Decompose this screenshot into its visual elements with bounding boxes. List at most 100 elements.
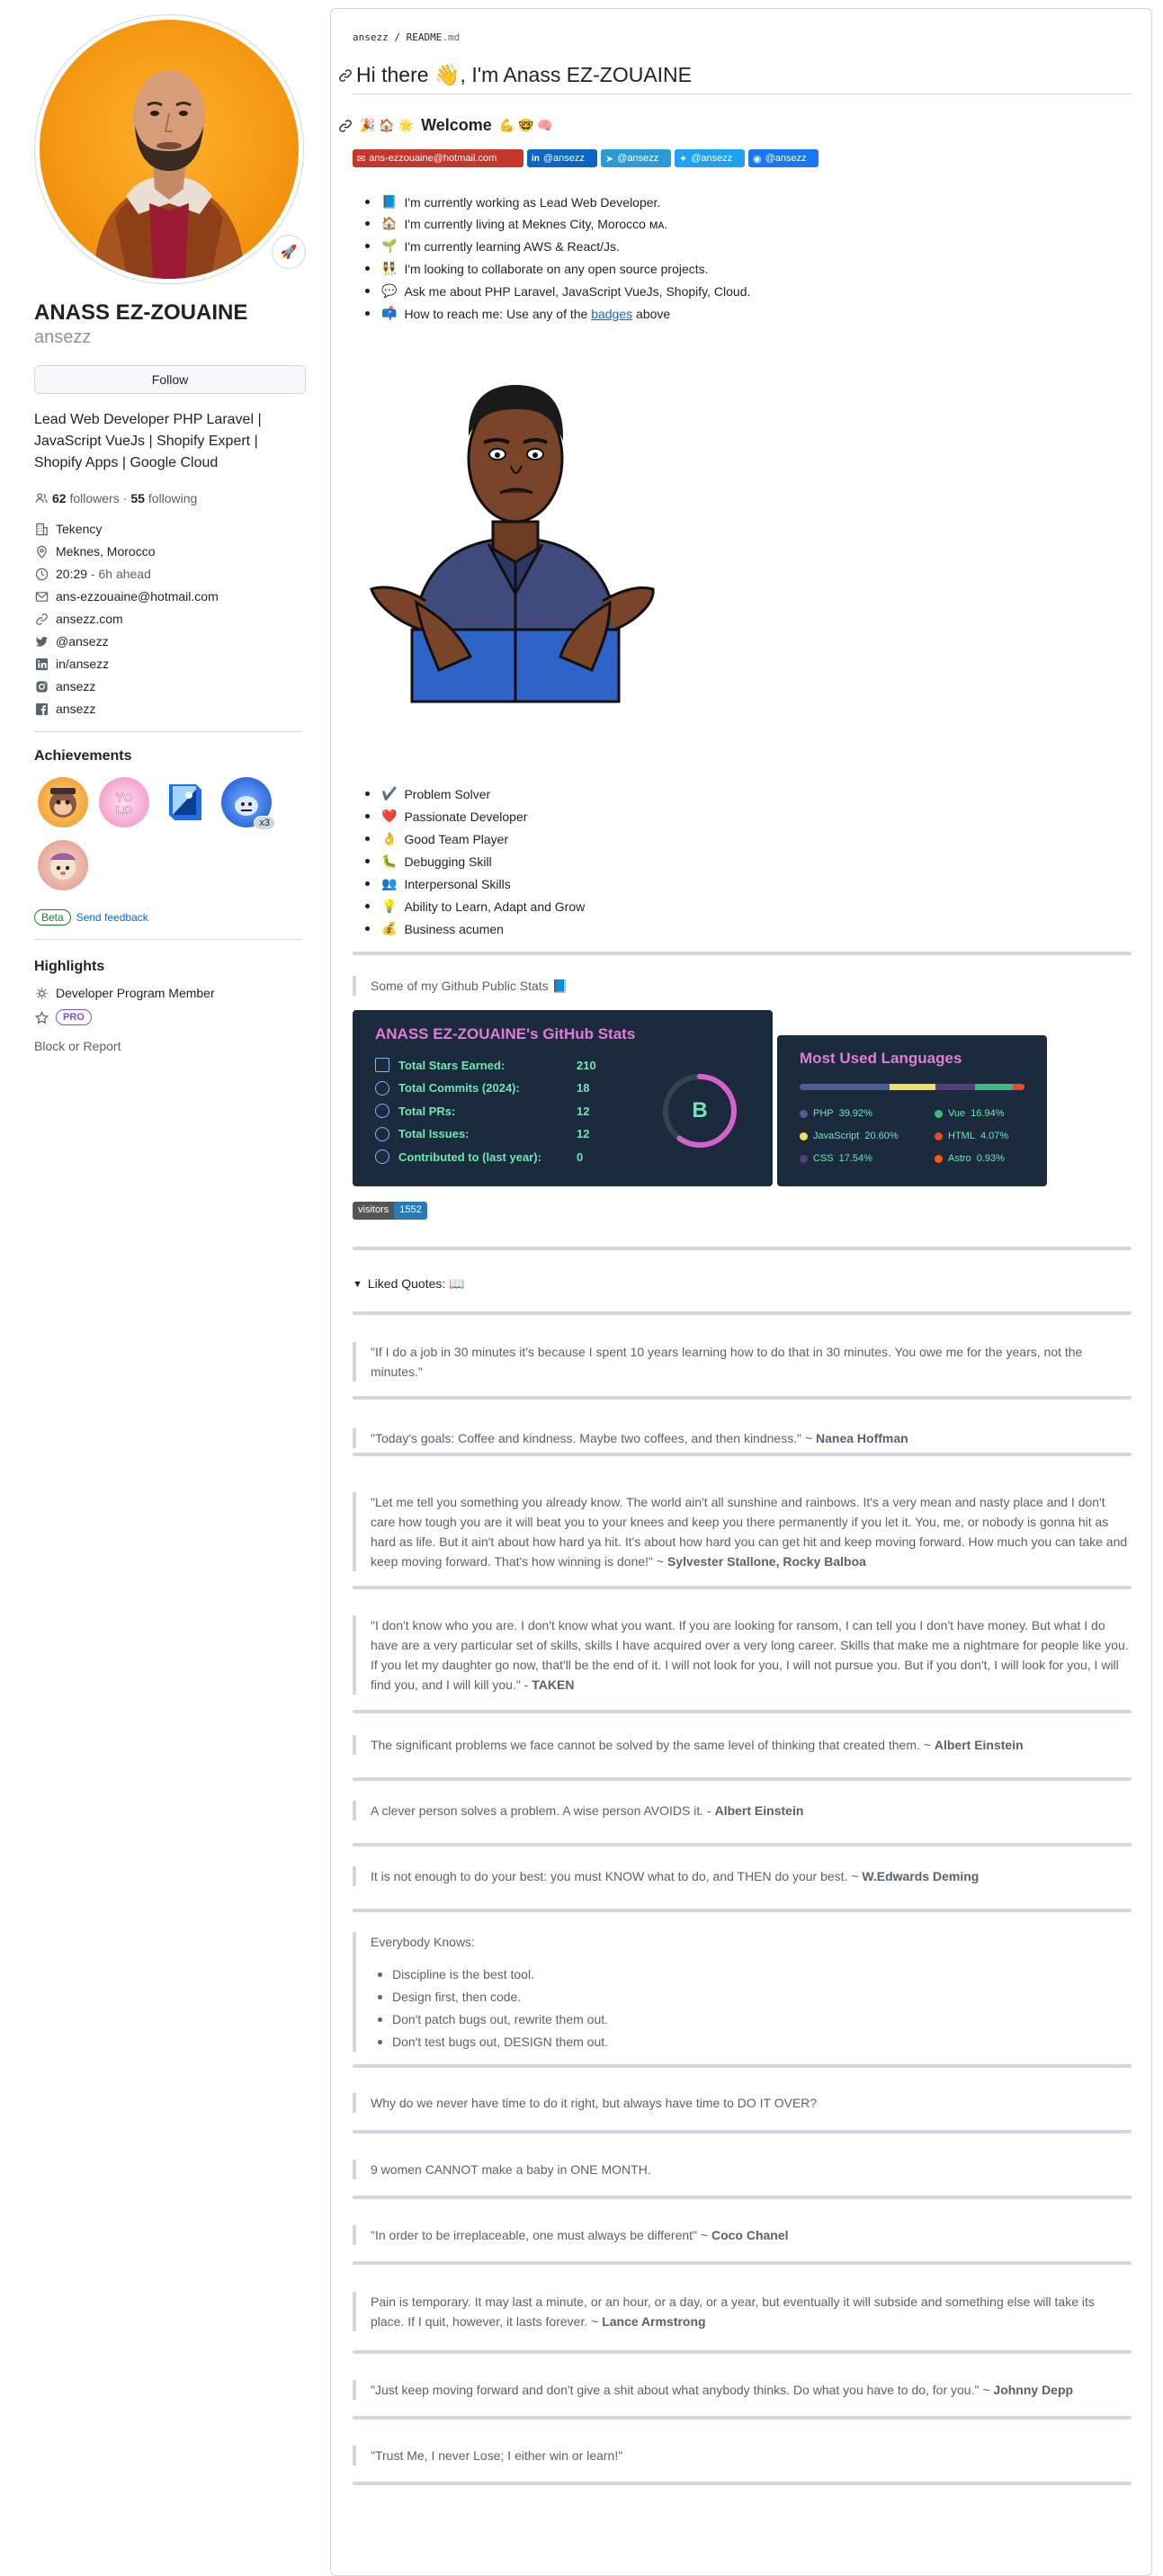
emoji: 👥: [381, 876, 398, 890]
language-bar-segment: [975, 1084, 1014, 1090]
liked-quotes-summary[interactable]: ▼ Liked Quotes: 📖: [353, 1276, 465, 1292]
emoji: 👌: [381, 831, 398, 845]
about-list-item: 💬 Ask me about PHP Laravel, JavaScript Vu…: [365, 283, 750, 299]
list-bullet: [365, 200, 370, 204]
language-color-dot: [800, 1154, 808, 1163]
list-bullet: [365, 289, 370, 293]
language-legend-item: JavaScript 20.60%: [800, 1131, 899, 1141]
divider: [353, 1710, 1132, 1713]
divider: [353, 1586, 1132, 1589]
messenger-shield[interactable]: ◉ @ansezz: [748, 149, 819, 167]
achievement-badge-starstruck[interactable]: [160, 777, 210, 827]
rank-circle: B: [658, 1069, 741, 1152]
skill-list-item: 🐛 Debugging Skill: [365, 854, 492, 869]
anchor-link-icon[interactable]: [338, 68, 353, 83]
email-shield[interactable]: ✉ ans-ezzouaine@hotmail.com: [353, 149, 523, 167]
stats-row: Total PRs: 12: [375, 1104, 645, 1118]
achievement-badge-pull-shark[interactable]: x3: [221, 777, 275, 830]
beta-feedback-row: Beta Send feedback: [34, 909, 148, 926]
clock-icon: [34, 567, 49, 581]
divider: [353, 2130, 1132, 2133]
set-status-button[interactable]: 🚀: [272, 235, 306, 269]
follow-button[interactable]: Follow: [34, 365, 306, 394]
beta-label: Beta: [34, 909, 71, 926]
following-link[interactable]: 55 following: [130, 491, 197, 505]
organization-icon: [34, 522, 49, 536]
emoji: ✔️: [381, 786, 398, 801]
divider: [353, 2196, 1132, 2199]
language-color-dot: [935, 1109, 943, 1118]
vcard-website[interactable]: ansezz.com: [34, 612, 123, 626]
achievement-badge-quickdraw[interactable]: [38, 840, 88, 890]
stats-row: Total Stars Earned: 210: [375, 1058, 645, 1072]
skill-list-item: 👌 Good Team Player: [365, 831, 508, 846]
vcard-location: Meknes, Morocco: [34, 544, 155, 559]
quote-author: TAKEN: [532, 1677, 575, 1692]
list-bullet: [365, 926, 370, 931]
quote-author: Sylvester Stallone, Rocky Balboa: [666, 1554, 866, 1569]
twitter-icon: [34, 634, 49, 648]
language-bar-segment: [1013, 1084, 1023, 1090]
badges-link[interactable]: badges: [591, 307, 632, 321]
language-color-dot: [800, 1131, 808, 1140]
send-feedback-link[interactable]: Send feedback: [76, 911, 148, 924]
divider: [353, 2482, 1132, 2485]
avatar[interactable]: 🚀: [34, 14, 306, 284]
svg-text:YO: YO: [116, 791, 133, 804]
avatar-photo: [40, 20, 299, 279]
vcard-organization: Tekency: [34, 522, 102, 536]
everybody-list-item: Design first, then code.: [371, 1987, 1132, 2007]
follow-stats: 62 followers · 55 following: [34, 491, 197, 505]
pro-badge: PRO: [56, 1009, 92, 1025]
anchor-link-icon[interactable]: [338, 119, 353, 133]
readme-panel: ansezz / README.md Hi there 👋, I'm Anass…: [330, 8, 1152, 2576]
emoji: 📘: [381, 194, 398, 209]
emoji: 🐛: [381, 854, 398, 868]
divider: [353, 2261, 1132, 2265]
readme-title-row: Hi there 👋, I'm Anass EZ-ZOUAINE: [338, 63, 692, 87]
pull-request-icon: [375, 1104, 389, 1118]
telegram-icon: ➤: [605, 153, 614, 165]
vcard-localtime: 20:29 - 6h ahead: [34, 567, 151, 581]
skill-list-item: 👥 Interpersonal Skills: [365, 876, 511, 891]
twitter-shield[interactable]: ✦ @ansezz: [675, 149, 745, 167]
language-color-dot: [935, 1154, 943, 1163]
quote-author: Coco Chanel: [711, 2228, 789, 2242]
quote-block: "Just keep moving forward and don't give…: [353, 2380, 1132, 2400]
most-used-languages-card: Most Used Languages PHP 39.92% Vue 16.94% Ja…: [777, 1035, 1047, 1186]
stats-intro: Some of my Github Public Stats 📘: [353, 976, 1132, 996]
welcome-row: 🎉 🏠 🌟 Welcome 💪 🤓 🧠: [338, 116, 553, 135]
list-bullet: [365, 904, 370, 908]
vcard-twitter[interactable]: @ansezz: [34, 634, 109, 648]
vcard-linkedin[interactable]: in/ansezz: [34, 657, 109, 671]
quote-author: Nanea Hoffman: [816, 1431, 908, 1445]
issue-icon: [375, 1126, 389, 1141]
about-list-item: 🏠 I'm currently living at Meknes City, Mo…: [365, 216, 667, 231]
vcard-instagram[interactable]: ansezz: [34, 679, 95, 693]
language-bar-segment: [800, 1084, 890, 1090]
divider: [353, 1777, 1132, 1781]
linkedin-icon: in: [532, 153, 540, 164]
linkedin-shield[interactable]: in @ansezz: [527, 149, 597, 167]
breadcrumb-user[interactable]: ansezz: [353, 31, 389, 43]
vcard-email[interactable]: ans-ezzouaine@hotmail.com: [34, 589, 219, 604]
list-bullet: [365, 859, 370, 863]
vcard-facebook[interactable]: ansezz: [34, 702, 95, 716]
telegram-shield[interactable]: ➤ @ansezz: [601, 149, 671, 167]
rocket-icon: 🚀: [280, 245, 298, 260]
block-report-link[interactable]: Block or Report: [34, 1039, 121, 1053]
language-bar-segment: [935, 1084, 976, 1090]
about-list-item: 👯 I'm looking to collaborate on any open …: [365, 261, 709, 276]
profile-username: ansezz: [34, 327, 92, 347]
achievement-badge-yolo-monkey[interactable]: [38, 777, 88, 827]
divider: [353, 2350, 1132, 2354]
list-bullet: [365, 244, 370, 248]
divider: [353, 1247, 1132, 1250]
quote-block: "Trust Me, I never Lose; I either win or…: [353, 2446, 1132, 2465]
divider: [353, 1453, 1132, 1456]
list-bullet: [365, 814, 370, 818]
list-bullet: [365, 881, 370, 886]
followers-link[interactable]: 62 followers: [52, 491, 120, 505]
achievement-badge-yolo[interactable]: YO LO: [99, 777, 149, 827]
everybody-list-item: Don't test bugs out, DESIGN them out.: [371, 2032, 1132, 2052]
